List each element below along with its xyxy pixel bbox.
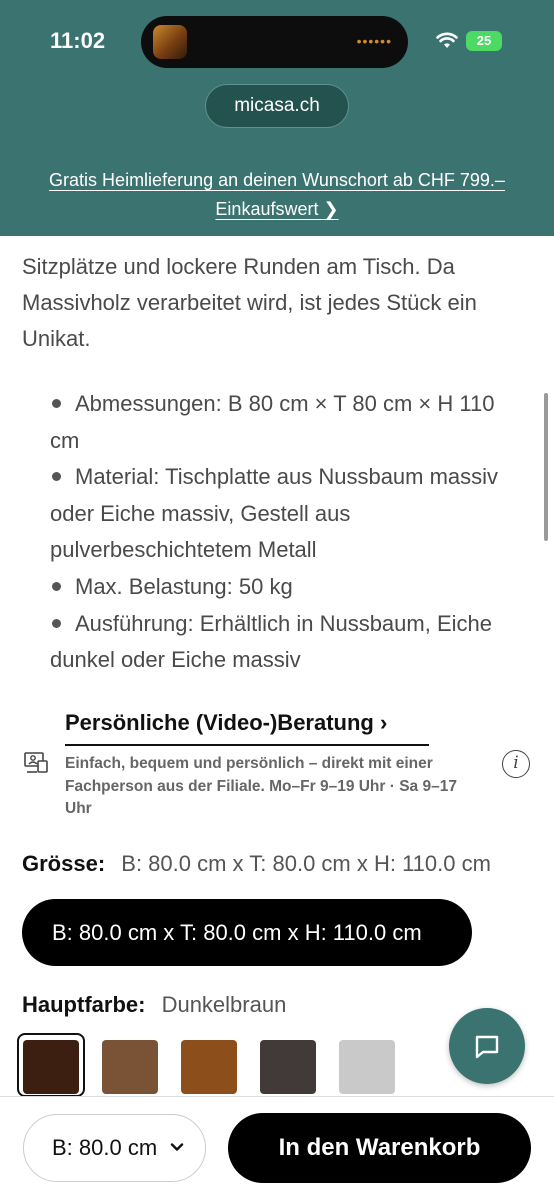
bullet-icon bbox=[52, 582, 61, 592]
color-swatch[interactable] bbox=[102, 1040, 158, 1094]
info-icon[interactable]: i bbox=[502, 750, 530, 778]
size-value: B: 80.0 cm x T: 80.0 cm x H: 110.0 cm bbox=[121, 851, 491, 876]
consultation-description: Einfach, bequem und persönlich – direkt … bbox=[65, 755, 457, 817]
chat-icon bbox=[475, 1035, 499, 1059]
dynamic-island: •••••• bbox=[141, 16, 408, 68]
promo-text: Gratis Heimlieferung an deinen Wunschort… bbox=[49, 170, 505, 219]
color-label: Hauptfarbe: bbox=[22, 992, 146, 1017]
spec-item: Abmessungen: B 80 cm × T 80 cm × H 110 c… bbox=[50, 391, 495, 453]
url-bar[interactable]: micasa.ch bbox=[205, 84, 349, 128]
color-swatch-dunkelbraun[interactable] bbox=[23, 1040, 79, 1094]
product-description: Sitzplätze und lockere Runden am Tisch. … bbox=[22, 254, 477, 351]
color-value: Dunkelbraun bbox=[161, 992, 287, 1017]
spec-item: Max. Belastung: 50 kg bbox=[50, 569, 520, 606]
consultation-link[interactable]: Persönliche (Video-)Beratung › bbox=[65, 710, 387, 736]
scrollbar[interactable] bbox=[544, 393, 548, 541]
size-select-value: B: 80.0 cm x T: 80.0 cm x H: 110.0 cm bbox=[52, 1135, 156, 1160]
now-playing-artwork bbox=[153, 25, 187, 59]
color-row: Hauptfarbe: Dunkelbraun bbox=[22, 992, 286, 1018]
promo-banner-link[interactable]: Gratis Heimlieferung an deinen Wunschort… bbox=[40, 166, 514, 224]
bullet-icon bbox=[52, 618, 61, 628]
color-swatch[interactable] bbox=[181, 1040, 237, 1094]
audio-waveform-icon: •••••• bbox=[356, 33, 392, 49]
spec-list: Abmessungen: B 80 cm × T 80 cm × H 110 c… bbox=[50, 386, 520, 679]
bullet-icon bbox=[52, 399, 61, 409]
spec-item: Ausführung: Erhältlich in Nussbaum, Eich… bbox=[50, 610, 492, 673]
chevron-down-icon bbox=[170, 1143, 184, 1151]
size-option-chip[interactable]: B: 80.0 cm x T: 80.0 cm x H: 110.0 cm bbox=[22, 899, 472, 966]
color-swatch[interactable] bbox=[260, 1040, 316, 1094]
wifi-icon bbox=[436, 32, 458, 48]
battery-indicator: 25 bbox=[466, 31, 502, 51]
spec-item: Material: Tischplatte aus Nussbaum massi… bbox=[50, 464, 499, 563]
consultation-underline bbox=[65, 744, 429, 746]
bullet-icon bbox=[52, 472, 61, 482]
status-time: 11:02 bbox=[50, 28, 106, 53]
video-call-icon bbox=[24, 752, 48, 773]
size-row: Grösse: B: 80.0 cm x T: 80.0 cm x H: 110… bbox=[22, 851, 491, 877]
color-swatch[interactable] bbox=[339, 1040, 395, 1094]
chat-button[interactable] bbox=[449, 1008, 525, 1084]
size-label: Grösse: bbox=[22, 851, 106, 876]
size-select[interactable]: B: 80.0 cm x T: 80.0 cm x H: 110.0 cm bbox=[23, 1114, 206, 1182]
add-to-cart-button[interactable]: In den Warenkorb bbox=[228, 1113, 531, 1183]
